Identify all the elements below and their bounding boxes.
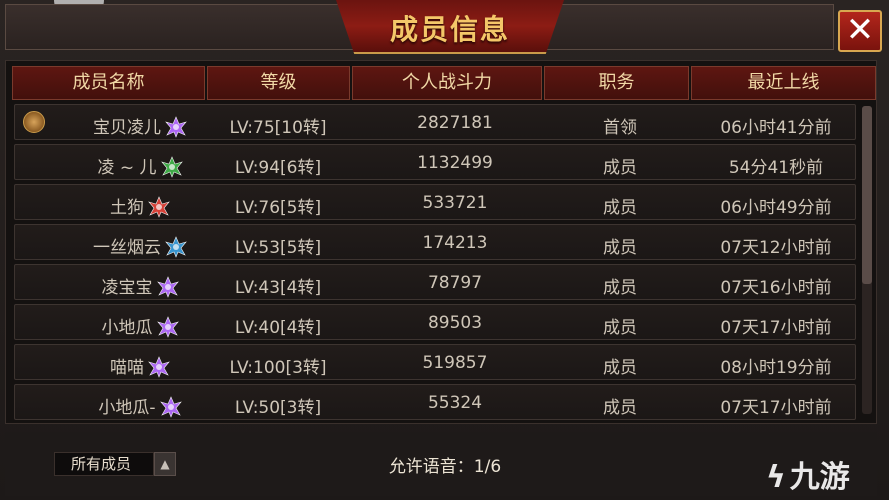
member-power: 89503 <box>427 313 483 333</box>
member-name-cell: 凌 ~ 儿 <box>55 153 225 178</box>
watermark-text: 九游 <box>789 460 850 495</box>
rank-emblem-icon <box>159 396 182 418</box>
rank-emblem-icon <box>156 276 179 298</box>
member-name-cell: 小地瓜 <box>55 313 225 338</box>
member-level: LV:76[5转] <box>234 198 322 218</box>
member-last-online: 07天17小时前 <box>720 398 832 418</box>
member-name: 小地瓜 <box>101 318 153 338</box>
dialog-title: 成员信息 <box>389 13 510 46</box>
member-power: 174213 <box>422 233 488 253</box>
member-last-online: 06小时49分前 <box>720 198 832 218</box>
column-header-role[interactable]: 职务 <box>544 66 689 100</box>
column-header-last-online[interactable]: 最近上线 <box>691 66 876 100</box>
member-row[interactable]: 小地瓜- LV:50[3转] 55324 成员 07天17小时前 <box>14 384 856 420</box>
member-name: 一丝烟云 <box>93 238 161 258</box>
member-row[interactable]: 一丝烟云 LV:53[5转] 174213 成员 07天12小时前 <box>14 224 856 260</box>
member-role: 成员 <box>603 358 637 378</box>
column-header-level[interactable]: 等级 <box>207 66 350 100</box>
filter-dropdown-arrow-icon[interactable]: ▲ <box>154 452 176 476</box>
member-last-online: 07天12小时前 <box>720 238 832 258</box>
member-row[interactable]: 凌宝宝 LV:43[4转] 78797 成员 07天16小时前 <box>14 264 856 300</box>
member-filter-select[interactable]: 所有成员 <box>54 452 154 476</box>
member-name-cell: 土狗 <box>55 193 225 218</box>
rank-emblem-icon <box>148 196 170 218</box>
rank-emblem-icon <box>165 116 187 138</box>
member-name-cell: 凌宝宝 <box>55 273 225 298</box>
member-row[interactable]: 凌 ~ 儿 LV:94[6转] 1132499 成员 54分41秒前 <box>14 144 856 180</box>
voice-permission-label: 允许语音：1/6 <box>388 457 502 477</box>
watermark-logo: ϟ 九游 <box>766 452 886 495</box>
leader-avatar-icon <box>23 111 45 133</box>
close-button[interactable]: ✕ <box>838 10 882 52</box>
member-role: 成员 <box>603 318 637 338</box>
column-header-power[interactable]: 个人战斗力 <box>352 66 542 100</box>
member-row[interactable]: 小地瓜 LV:40[4转] 89503 成员 07天17小时前 <box>14 304 856 340</box>
member-power: 533721 <box>422 193 488 213</box>
member-last-online: 06小时41分前 <box>720 118 832 138</box>
member-level: LV:50[3转] <box>234 398 322 418</box>
member-role: 成员 <box>603 278 637 298</box>
member-level: LV:43[4转] <box>234 278 322 298</box>
member-name: 凌 ~ 儿 <box>97 158 157 178</box>
member-role: 成员 <box>603 158 637 178</box>
member-role: 首领 <box>603 118 637 138</box>
member-name-cell: 宝贝凌儿 <box>55 113 225 138</box>
member-last-online: 08小时19分前 <box>720 358 832 378</box>
member-level: LV:100[3转] <box>229 358 327 378</box>
rank-emblem-icon <box>148 356 170 378</box>
member-row[interactable]: 宝贝凌儿 LV:75[10转] 2827181 首领 06小时41分前 <box>14 104 856 140</box>
member-last-online: 07天17小时前 <box>720 318 832 338</box>
member-level: LV:75[10转] <box>229 118 327 138</box>
member-name-cell: 喵喵 <box>55 353 225 378</box>
member-power: 1132499 <box>417 153 493 173</box>
member-name-cell: 一丝烟云 <box>55 233 225 258</box>
jiuyou-logo-icon: ϟ <box>766 460 786 495</box>
rank-emblem-icon <box>160 156 183 178</box>
member-power: 519857 <box>422 353 488 373</box>
member-level: LV:53[5转] <box>234 238 322 258</box>
member-level: LV:40[4转] <box>234 318 322 338</box>
member-power: 55324 <box>427 393 483 413</box>
member-last-online: 54分41秒前 <box>728 158 824 178</box>
member-role: 成员 <box>603 198 637 218</box>
member-name: 凌宝宝 <box>101 278 153 298</box>
member-row[interactable]: 土狗 LV:76[5转] 533721 成员 06小时49分前 <box>14 184 856 220</box>
member-name: 喵喵 <box>110 358 144 378</box>
member-name: 土狗 <box>110 198 144 218</box>
member-name: 宝贝凌儿 <box>93 118 161 138</box>
column-header-name[interactable]: 成员名称 <box>12 66 205 100</box>
member-last-online: 07天16小时前 <box>720 278 832 298</box>
member-role: 成员 <box>603 238 637 258</box>
scrollbar-thumb[interactable] <box>862 106 872 284</box>
member-power: 2827181 <box>417 113 493 133</box>
rank-emblem-icon <box>165 236 187 258</box>
member-level: LV:94[6转] <box>234 158 322 178</box>
member-name: 小地瓜- <box>98 398 156 418</box>
member-row[interactable]: 喵喵 LV:100[3转] 519857 成员 08小时19分前 <box>14 344 856 380</box>
member-role: 成员 <box>603 398 637 418</box>
member-name-cell: 小地瓜- <box>55 393 225 418</box>
rank-emblem-icon <box>156 316 179 338</box>
member-power: 78797 <box>427 273 483 293</box>
